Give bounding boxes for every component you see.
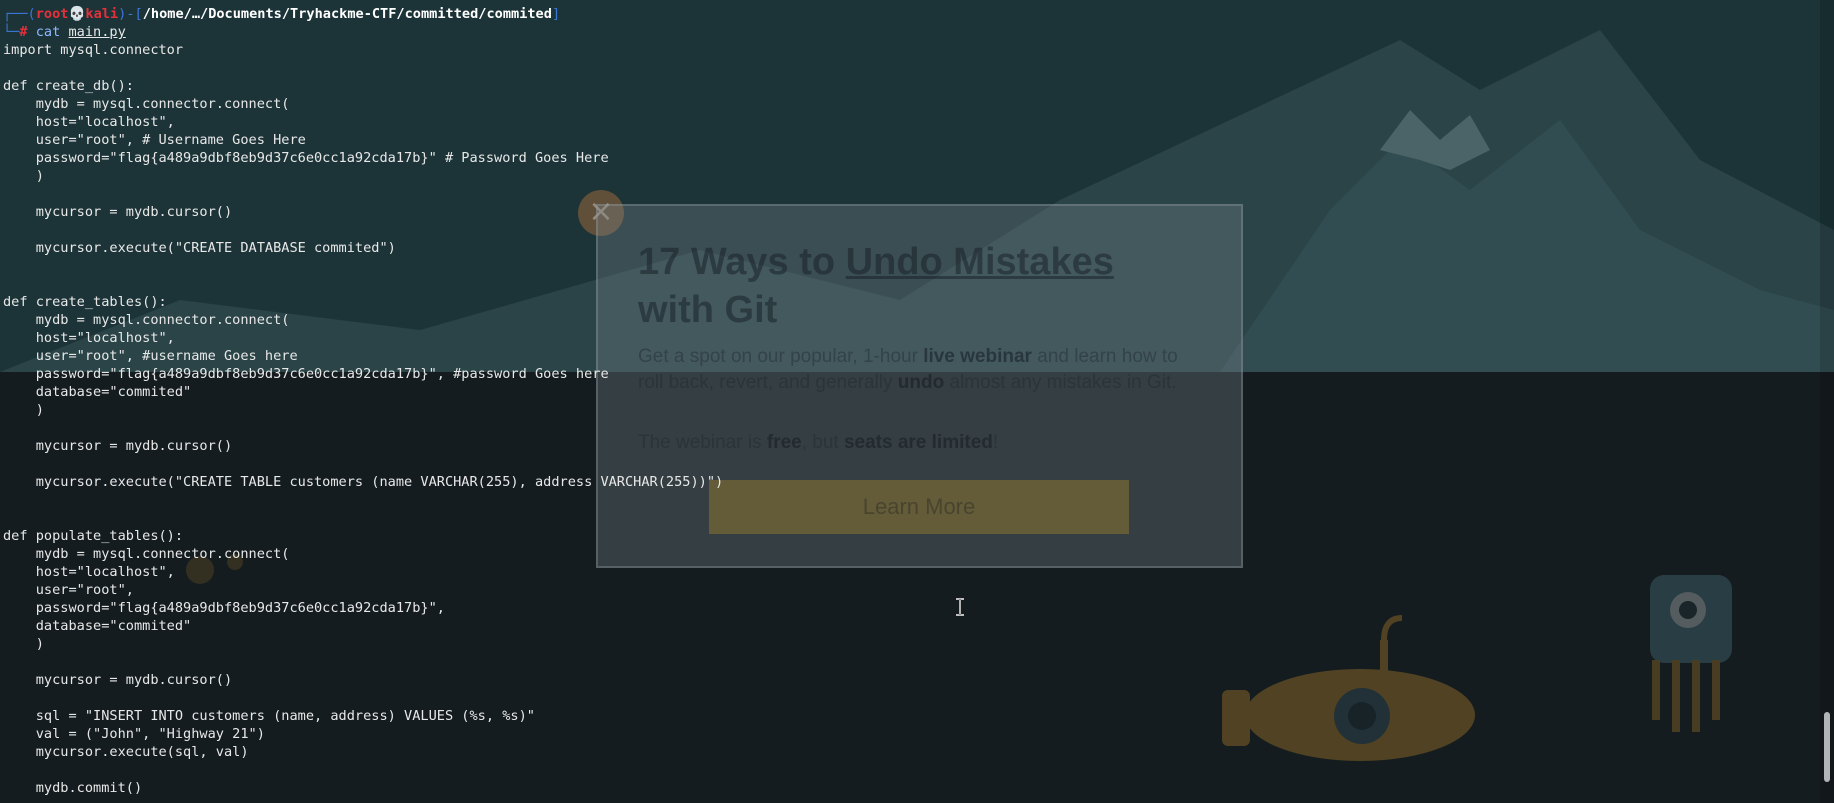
code-line: mycursor = mydb.cursor() <box>3 438 233 454</box>
text-ibeam-cursor-icon <box>956 598 964 616</box>
code-line: mycursor.execute("CREATE DATABASE commit… <box>3 240 396 256</box>
command-argument: main.py <box>68 24 126 40</box>
code-line: mycursor = mydb.cursor() <box>3 672 233 688</box>
code-line: mycursor = mydb.cursor() <box>3 204 233 220</box>
code-line: mydb.commit() <box>3 780 143 796</box>
code-line: user="root", # Username Goes Here <box>3 132 306 148</box>
terminal-output[interactable]: ┌──(root💀kali)-[/home/…/Documents/Tryhac… <box>0 0 1820 803</box>
terminal-scrollbar[interactable] <box>1820 0 1834 803</box>
code-line: password="flag{a489a9dbf8eb9d37c6e0cc1a9… <box>3 600 445 616</box>
prompt-user: root💀kali <box>35 6 119 22</box>
scrollbar-thumb[interactable] <box>1824 712 1830 782</box>
code-line: mydb = mysql.connector.connect( <box>3 546 290 562</box>
code-line: ) <box>3 402 44 418</box>
code-line: password="flag{a489a9dbf8eb9d37c6e0cc1a9… <box>3 366 609 382</box>
code-line: ) <box>3 636 44 652</box>
code-line: mydb = mysql.connector.connect( <box>3 96 290 112</box>
code-line: def create_db(): <box>3 78 134 94</box>
code-line: mycursor.execute("CREATE TABLE customers… <box>3 474 724 490</box>
code-line: mycursor.execute(sql, val) <box>3 744 249 760</box>
code-line: host="localhost", <box>3 564 175 580</box>
command-line: └─# cat main.py <box>3 24 126 40</box>
code-line: import mysql.connector <box>3 42 184 58</box>
code-line: host="localhost", <box>3 330 175 346</box>
code-line: password="flag{a489a9dbf8eb9d37c6e0cc1a9… <box>3 150 609 166</box>
prompt-path: /home/…/Documents/Tryhackme-CTF/committe… <box>142 6 552 22</box>
code-line: def populate_tables(): <box>3 528 184 544</box>
code-line: val = ("John", "Highway 21") <box>3 726 265 742</box>
code-line: user="root", <box>3 582 134 598</box>
desktop-screen: × 17 Ways to Undo Mistakes with Git Get … <box>0 0 1834 803</box>
code-line: def create_tables(): <box>3 294 167 310</box>
command-name: cat <box>35 24 61 40</box>
code-line: user="root", #username Goes here <box>3 348 298 364</box>
code-line: database="commited" <box>3 384 192 400</box>
code-line: sql = "INSERT INTO customers (name, addr… <box>3 708 535 724</box>
code-line: mydb = mysql.connector.connect( <box>3 312 290 328</box>
code-line: database="commited" <box>3 618 192 634</box>
code-line: host="localhost", <box>3 114 175 130</box>
code-line: ) <box>3 168 44 184</box>
prompt-line: ┌──(root💀kali)-[/home/…/Documents/Tryhac… <box>3 6 561 22</box>
